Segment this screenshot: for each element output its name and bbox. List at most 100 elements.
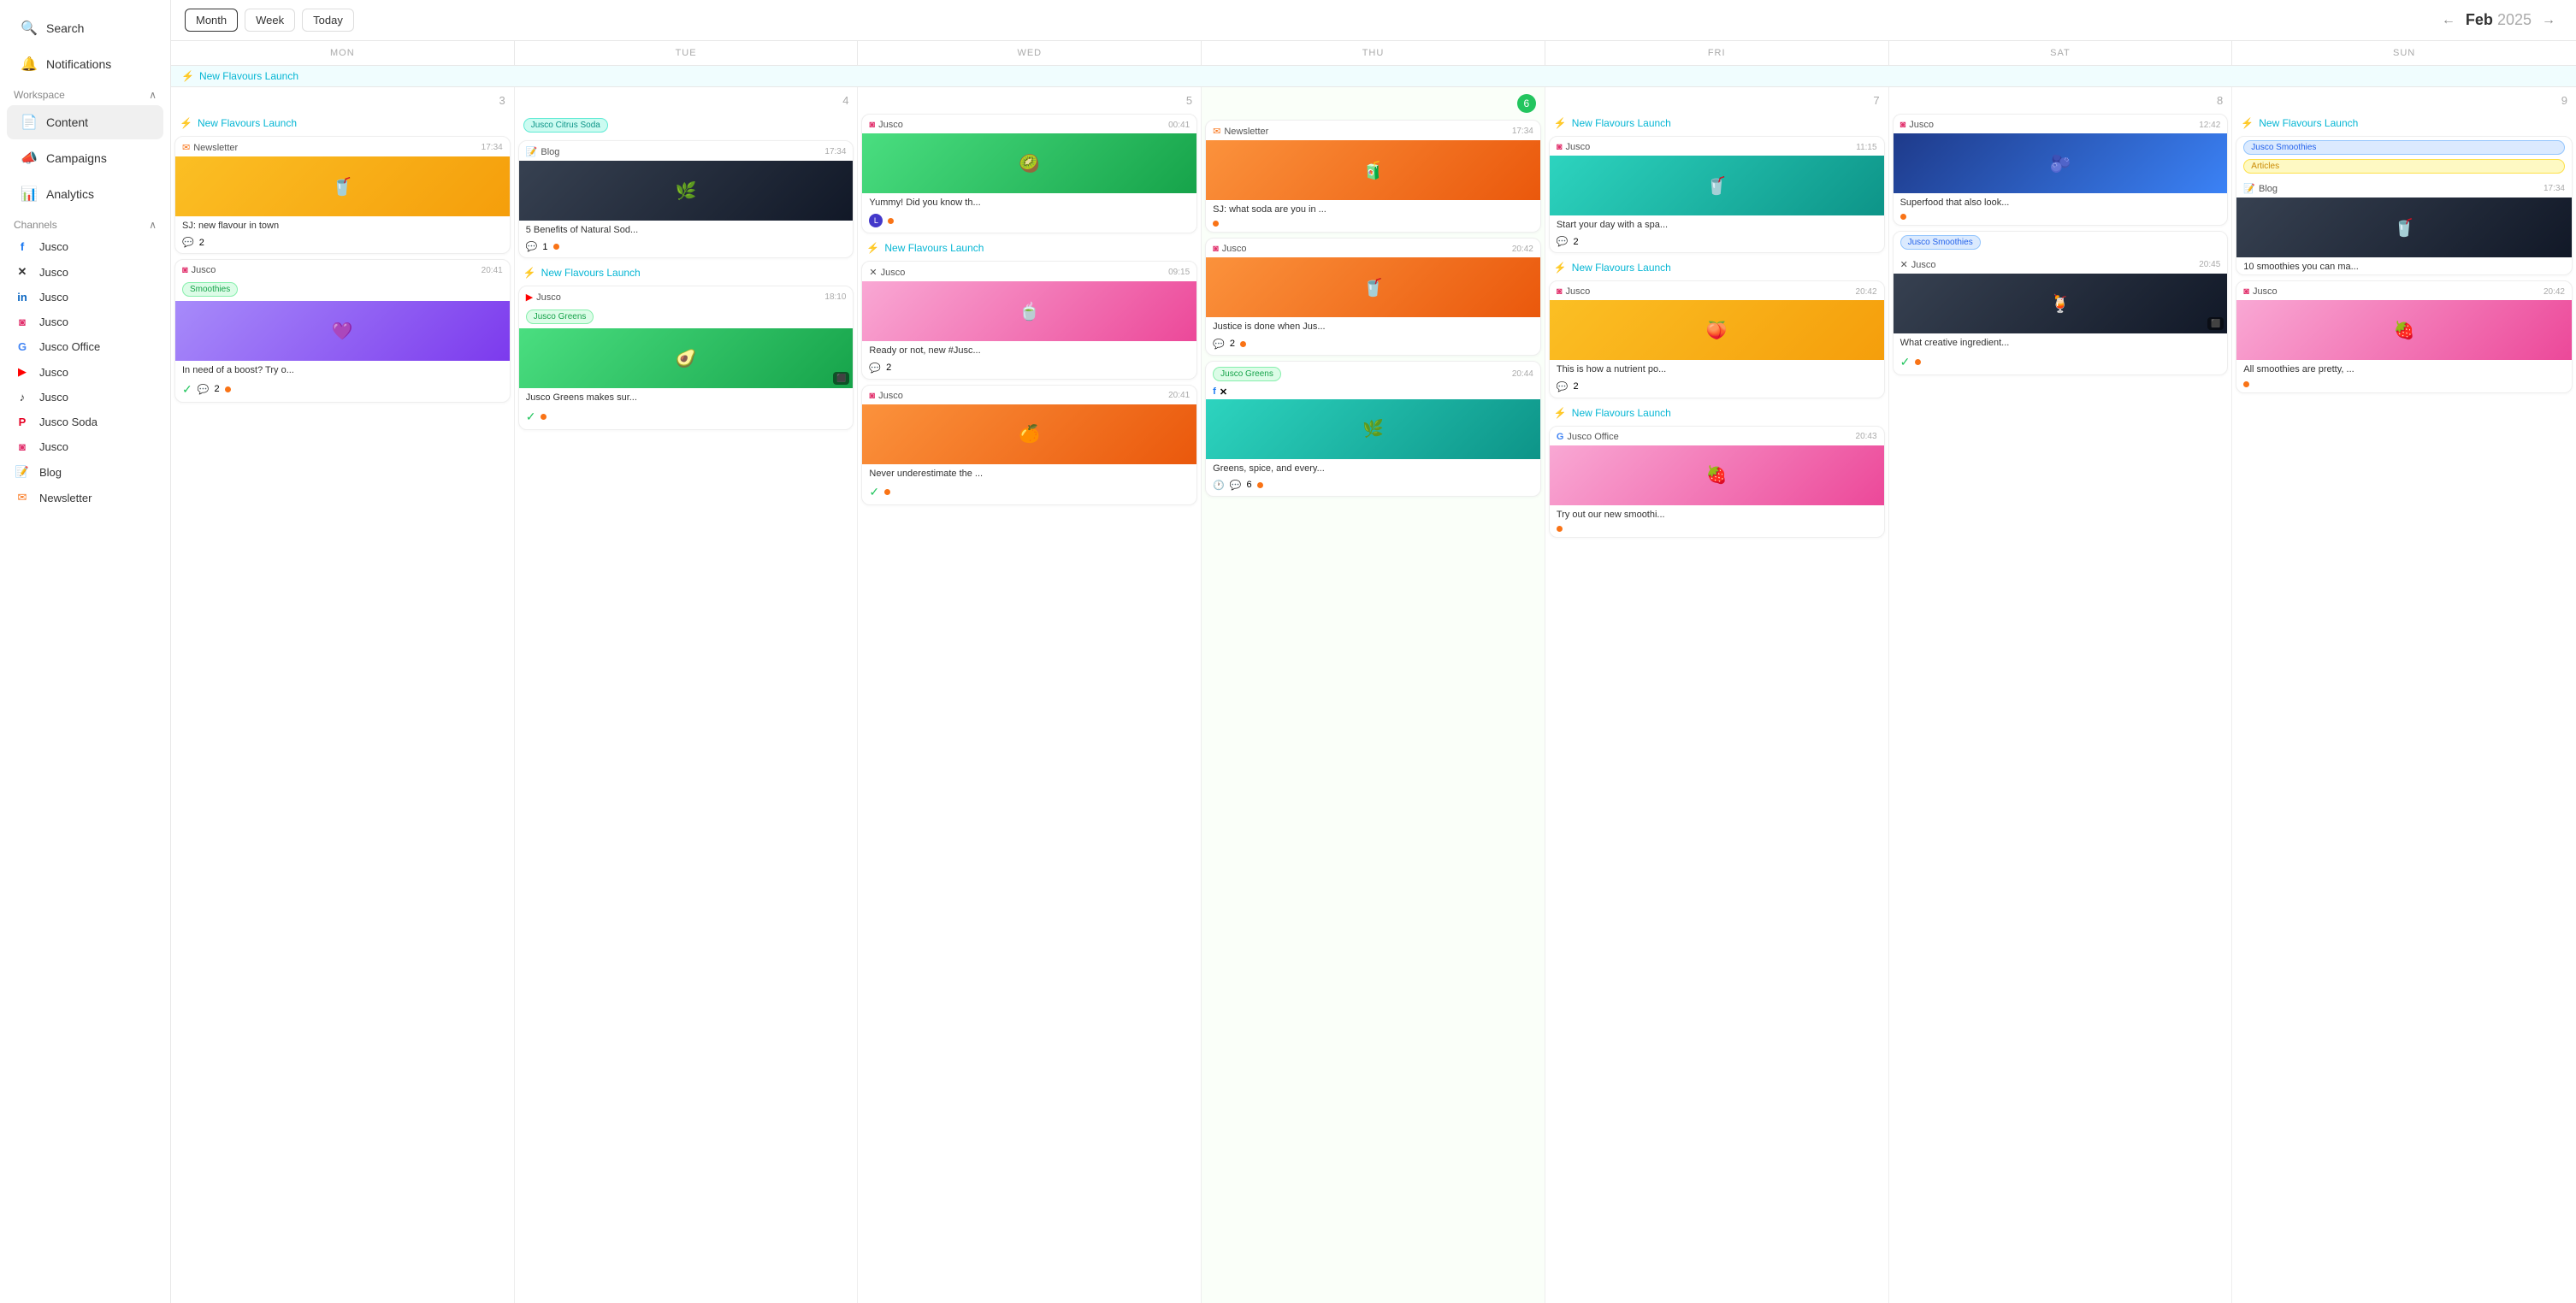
post-image: 🍊 xyxy=(862,404,1196,464)
post-card[interactable]: ◙ Jusco 11:15 🥤 Start your day with a sp… xyxy=(1549,136,1885,253)
campaign-event-fri3[interactable]: ⚡ New Flavours Launch xyxy=(1549,404,1885,422)
post-card[interactable]: ◙ Jusco 12:42 🫐 Superfood that also look… xyxy=(1893,114,2229,226)
check-icon: ✓ xyxy=(182,382,192,397)
campaign-event-tue[interactable]: ⚡ New Flavours Launch xyxy=(518,263,854,282)
sidebar-item-search[interactable]: 🔍 Search xyxy=(7,11,163,45)
post-card[interactable]: ◙ Jusco 20:42 🍑 This is how a nutrient p… xyxy=(1549,280,1885,398)
post-time: 20:43 xyxy=(1856,432,1877,441)
post-card[interactable]: ✉ Newsletter 17:34 🥤 SJ: new flavour in … xyxy=(174,136,511,254)
post-image-wrapper: 🥑 ⬛ xyxy=(519,328,854,388)
channel-item-pinterest[interactable]: P Jusco Soda xyxy=(0,410,170,434)
post-card[interactable]: G Jusco Office 20:43 🍓 Try out our new s… xyxy=(1549,426,1885,538)
sidebar-item-campaigns[interactable]: 📣 Campaigns xyxy=(7,141,163,175)
post-card[interactable]: Jusco Smoothies ✕ Jusco 20:45 🍹 ⬛ What c… xyxy=(1893,231,2229,374)
post-tag-area: Jusco Smoothies xyxy=(1894,232,2228,254)
channel-item-instagram2[interactable]: ◙ Jusco xyxy=(0,434,170,459)
campaign-event-sun[interactable]: ⚡ New Flavours Launch xyxy=(2236,114,2573,133)
post-card-header: 📝 Blog 17:34 xyxy=(2236,178,2572,198)
video-badge: ⬛ xyxy=(2207,317,2224,330)
post-card[interactable]: 📝 Blog 17:34 🌿 5 Benefits of Natural Sod… xyxy=(518,140,854,258)
post-card[interactable]: ▶ Jusco 18:10 Jusco Greens 🥑 ⬛ Jusco Gre… xyxy=(518,286,854,429)
post-text: Try out our new smoothi... xyxy=(1550,505,1884,522)
channel-name: Newsletter xyxy=(1224,127,1268,137)
post-card[interactable]: ◙ Jusco 20:42 🥤 Justice is done when Jus… xyxy=(1205,238,1541,355)
status-dot xyxy=(1257,482,1263,488)
post-image: 🍹 xyxy=(1894,274,2228,333)
channel-item-newsletter[interactable]: ✉ Newsletter xyxy=(0,485,170,510)
status-dot xyxy=(1213,221,1219,227)
channel-item-facebook[interactable]: f Jusco xyxy=(0,234,170,259)
campaign-event-mon[interactable]: ⚡ New Flavours Launch xyxy=(174,114,511,133)
post-card[interactable]: Jusco Greens 20:44 f ✕ 🌿 Greens, spice, … xyxy=(1205,361,1541,497)
campaign-event-fri[interactable]: ⚡ New Flavours Launch xyxy=(1549,114,1885,133)
post-time: 20:42 xyxy=(1512,245,1533,254)
post-card[interactable]: ✉ Newsletter 17:34 🧃 SJ: what soda are y… xyxy=(1205,120,1541,233)
post-card-header: ◙ Jusco 20:42 xyxy=(1550,281,1884,300)
post-card[interactable]: Jusco Smoothies Articles 📝 Blog 17:34 🥤 … xyxy=(2236,136,2573,275)
post-time: 17:34 xyxy=(824,147,846,156)
channel-item-twitter[interactable]: ✕ Jusco xyxy=(0,259,170,285)
blog-icon: 📝 xyxy=(14,465,31,479)
post-card-header: ✕ Jusco 20:45 xyxy=(1894,254,2228,274)
post-card[interactable]: ◙ Jusco 20:41 🍊 Never underestimate the … xyxy=(861,385,1197,505)
channel-item-google[interactable]: G Jusco Office xyxy=(0,334,170,359)
post-footer xyxy=(1206,217,1540,232)
day-label-wed: WED xyxy=(858,41,1202,65)
comment-icon: 💬 xyxy=(182,237,194,248)
campaign-label-mon: New Flavours Launch xyxy=(198,117,297,129)
post-channel: 📝 Blog xyxy=(2243,183,2278,194)
prev-month-button[interactable]: ← xyxy=(2435,9,2462,32)
smoothies-tag: Jusco Smoothies xyxy=(1900,235,1981,250)
post-footer: 🕐 💬 6 xyxy=(1206,476,1540,496)
next-month-button[interactable]: → xyxy=(2535,9,2562,32)
post-card[interactable]: ◙ Jusco 20:42 🍓 All smoothies are pretty… xyxy=(2236,280,2573,392)
campaign-event-wed[interactable]: ⚡ New Flavours Launch xyxy=(861,239,1197,257)
post-card[interactable]: ◙ Jusco 20:41 Smoothies 💜 In need of a b… xyxy=(174,259,511,402)
newsletter-icon: ✉ xyxy=(182,142,190,153)
post-image: 🍵 xyxy=(862,281,1196,341)
post-footer: 💬 2 xyxy=(1206,335,1540,355)
channel-name: Jusco xyxy=(1566,142,1591,152)
channel-item-youtube[interactable]: ▶ Jusco xyxy=(0,359,170,385)
post-footer: L xyxy=(862,210,1196,233)
post-image: 🍑 xyxy=(1550,300,1884,360)
channel-name: Jusco xyxy=(878,120,903,130)
post-time: 17:34 xyxy=(2544,184,2565,193)
view-week-button[interactable]: Week xyxy=(245,9,295,32)
sidebar-item-analytics[interactable]: 📊 Analytics xyxy=(7,177,163,211)
view-month-button[interactable]: Month xyxy=(185,9,238,32)
post-image: 🫐 xyxy=(1894,133,2228,193)
day-label-sat: SAT xyxy=(1889,41,2233,65)
day-number-8: 8 xyxy=(1893,91,2229,110)
twitter-icon: ✕ xyxy=(14,265,31,279)
post-footer: ✓ xyxy=(1894,351,2228,374)
campaign-label-wed: New Flavours Launch xyxy=(884,242,984,254)
pinterest-icon: P xyxy=(14,416,31,428)
channel-label-tiktok: Jusco xyxy=(39,391,68,404)
channel-item-tiktok[interactable]: ♪ Jusco xyxy=(0,385,170,410)
calendar-col-tue: 4 Jusco Citrus Soda 📝 Blog 17:34 🌿 5 Ben… xyxy=(515,87,859,1303)
linkedin-icon: in xyxy=(14,291,31,304)
sidebar-item-content[interactable]: 📄 Content xyxy=(7,105,163,139)
channel-label-pinterest: Jusco Soda xyxy=(39,416,97,428)
post-footer xyxy=(1550,522,1884,537)
channel-item-instagram[interactable]: ◙ Jusco xyxy=(0,310,170,334)
sidebar-search-label: Search xyxy=(46,21,84,35)
post-time: 18:10 xyxy=(824,292,846,302)
day-number-4: 4 xyxy=(518,91,854,110)
channel-item-linkedin[interactable]: in Jusco xyxy=(0,285,170,310)
channel-item-blog[interactable]: 📝 Blog xyxy=(0,459,170,485)
post-channel: G Jusco Office xyxy=(1557,432,1619,442)
video-badge: ⬛ xyxy=(833,372,849,385)
channel-name: Jusco xyxy=(1909,120,1934,130)
post-card[interactable]: ✕ Jusco 09:15 🍵 Ready or not, new #Jusc.… xyxy=(861,261,1197,379)
sidebar-item-notifications[interactable]: 🔔 Notifications xyxy=(7,47,163,81)
citrus-tag-area: Jusco Citrus Soda xyxy=(518,114,854,140)
view-today-button[interactable]: Today xyxy=(302,9,354,32)
post-footer xyxy=(2236,378,2572,392)
campaign-event-fri2[interactable]: ⚡ New Flavours Launch xyxy=(1549,258,1885,277)
post-card-header: ◙ Jusco 20:41 xyxy=(175,260,510,279)
post-card[interactable]: ◙ Jusco 00:41 🥝 Yummy! Did you know th..… xyxy=(861,114,1197,233)
channel-name: Jusco xyxy=(1222,244,1247,254)
post-time: 17:34 xyxy=(1512,127,1533,136)
